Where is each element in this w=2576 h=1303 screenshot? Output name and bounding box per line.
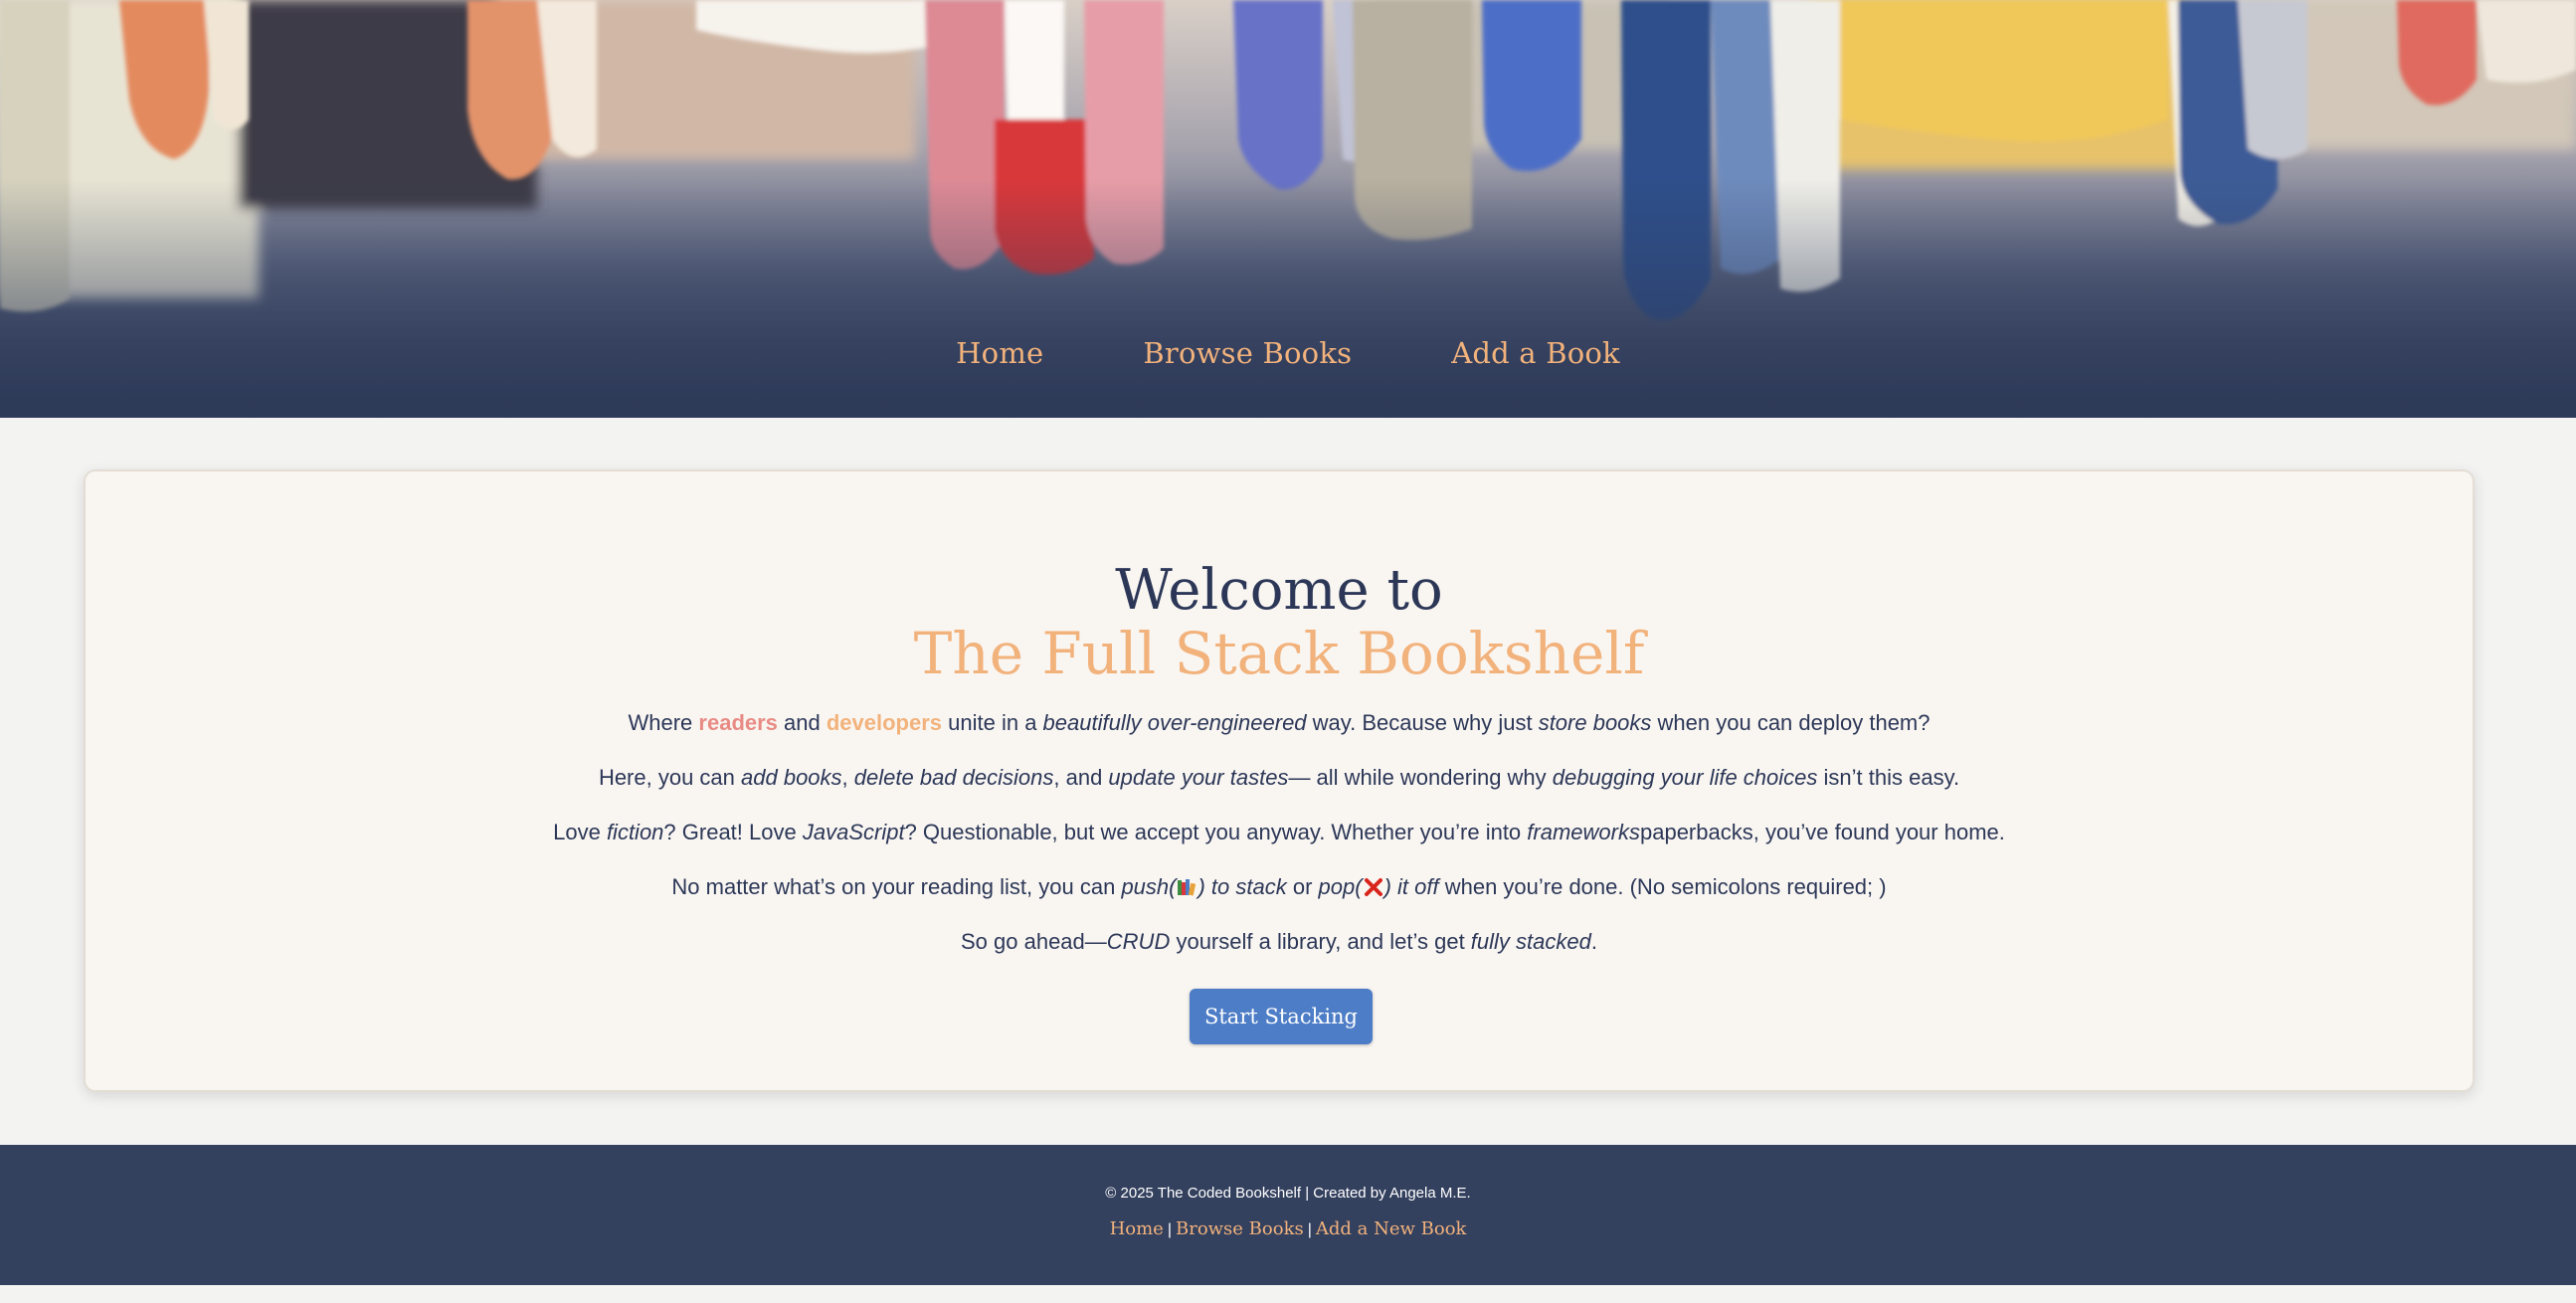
- p4-text-d: or: [1286, 874, 1319, 899]
- welcome-heading: Welcome to: [1115, 558, 1443, 623]
- p2-text-g: — all while wondering why: [1288, 765, 1553, 790]
- p1-text-e: way. Because why just: [1306, 710, 1539, 735]
- p5-emphasis-b: CRUD: [1106, 929, 1171, 954]
- p2-emphasis-f: update your tastes: [1108, 765, 1289, 790]
- p2-text-c: ,: [841, 765, 854, 790]
- books-emoji-icon: [1178, 879, 1196, 896]
- p3-emphasis-d: JavaScript: [802, 820, 905, 844]
- p5-text-e: .: [1590, 929, 1597, 954]
- footer-add-new-book-link[interactable]: Add a New Book: [1316, 1218, 1467, 1239]
- intro-paragraph-5: So go ahead—CRUD yourself a library, and…: [86, 927, 2473, 957]
- p2-emphasis-b: add books: [741, 765, 842, 790]
- p2-text-a: Here, you can: [598, 765, 742, 790]
- p3-text-c: ? Great! Love: [663, 820, 803, 844]
- nav-browse-books-link[interactable]: Browse Books: [1143, 336, 1352, 370]
- site-footer: © 2025 The Coded Bookshelf | Created by …: [0, 1145, 2576, 1285]
- p1-text-g: when you can deploy them?: [1651, 710, 1931, 735]
- p1-emphasis-d: beautifully over-engineered: [1042, 710, 1307, 735]
- p4-emphasis-f: ) it off: [1383, 874, 1439, 899]
- nav-home-link[interactable]: Home: [956, 336, 1043, 370]
- p1-text-b: and: [777, 710, 827, 735]
- p5-emphasis-d: fully stacked: [1470, 929, 1591, 954]
- hero-banner: Home Browse Books Add a Book: [0, 0, 2576, 418]
- footer-links: Home | Browse Books | Add a New Book: [0, 1218, 2576, 1239]
- p3-text-e: ? Questionable, but we accept you anyway…: [904, 820, 1528, 844]
- footer-separator: |: [1307, 1221, 1312, 1238]
- footer-home-link[interactable]: Home: [1110, 1218, 1164, 1239]
- p1-text-a: Where: [628, 710, 699, 735]
- p4-emphasis-e: pop(: [1318, 874, 1363, 899]
- p4-emphasis-c: ) to stack: [1197, 874, 1287, 899]
- footer-browse-books-link[interactable]: Browse Books: [1176, 1218, 1304, 1239]
- p4-emphasis-b: push(: [1121, 874, 1177, 899]
- p2-emphasis-d: delete bad decisions: [853, 765, 1054, 790]
- p4-text-a: No matter what’s on your reading list, y…: [671, 874, 1122, 899]
- intro-paragraph-3: Love fiction? Great! Love JavaScript? Qu…: [86, 818, 2473, 847]
- main-nav: Home Browse Books Add a Book: [0, 336, 2576, 370]
- welcome-card: Welcome to The Full Stack Bookshelf Wher…: [84, 469, 2475, 1092]
- p5-text-c: yourself a library, and let’s get: [1170, 929, 1471, 954]
- red-x-icon: [1364, 878, 1382, 896]
- developers-highlight: developers: [826, 710, 943, 735]
- start-stacking-button[interactable]: Start Stacking: [1190, 989, 1373, 1044]
- p2-text-i: isn’t this easy.: [1817, 765, 1960, 790]
- p3-text-a: Love: [553, 820, 607, 844]
- p3-text-g: paperbacks, you’ve found your home.: [1639, 820, 2005, 844]
- p1-text-c: unite in a: [942, 710, 1043, 735]
- p1-emphasis-f: store books: [1538, 710, 1652, 735]
- p3-emphasis-b: fiction: [606, 820, 664, 844]
- p4-text-g: when you’re done. (No semicolons require…: [1438, 874, 1887, 899]
- p2-emphasis-h: debugging your life choices: [1552, 765, 1818, 790]
- intro-paragraph-1: Where readers and developers unite in a …: [86, 708, 2473, 738]
- footer-separator: |: [1167, 1221, 1172, 1238]
- site-title: The Full Stack Bookshelf: [913, 620, 1645, 687]
- p3-emphasis-f: frameworks: [1527, 820, 1640, 844]
- p2-text-e: , and: [1053, 765, 1109, 790]
- readers-highlight: readers: [698, 710, 778, 735]
- copyright-text: © 2025 The Coded Bookshelf | Created by …: [1105, 1185, 1471, 1202]
- intro-paragraph-2: Here, you can add books, delete bad deci…: [86, 763, 2473, 793]
- nav-add-book-link[interactable]: Add a Book: [1451, 336, 1620, 370]
- intro-paragraph-4: No matter what’s on your reading list, y…: [86, 872, 2473, 902]
- p5-text-a: So go ahead—: [961, 929, 1107, 954]
